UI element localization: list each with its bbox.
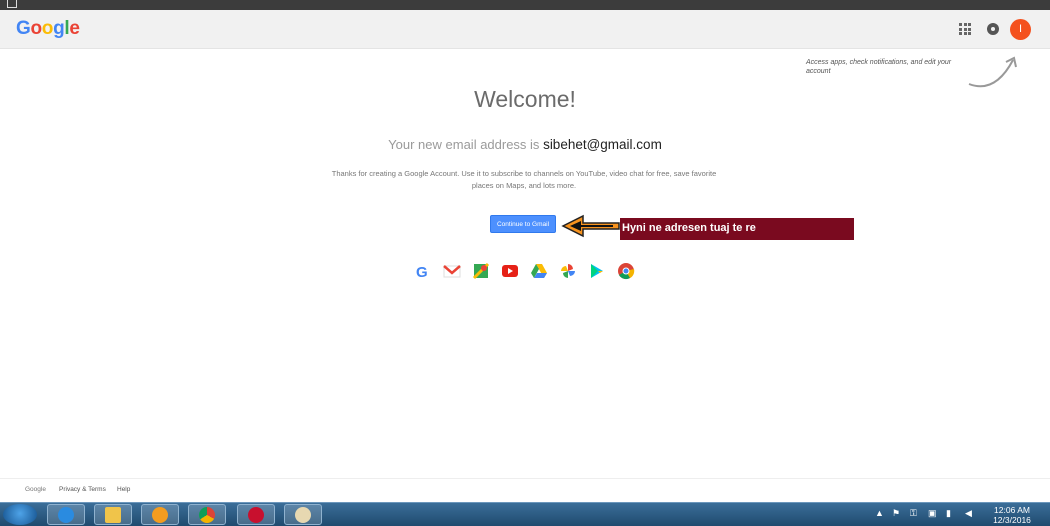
window-icon [7,0,17,8]
file-explorer-icon[interactable] [94,504,132,525]
notifications-icon[interactable] [987,23,999,35]
logo-letter: o [30,18,42,39]
volume-icon[interactable]: ◀ [965,508,972,519]
welcome-heading: Welcome! [474,86,576,112]
logo-letter: o [41,18,54,39]
photos-icon[interactable] [559,262,577,280]
internet-explorer-icon[interactable] [47,504,85,525]
email-prefix: Your new email address is [388,137,540,152]
apps-grid-dot [963,32,967,35]
email-address: sibehet@gmail.com [543,137,662,152]
start-button[interactable] [3,504,37,525]
play-store-icon[interactable] [588,262,606,280]
footer-brand: Google [25,486,46,493]
logo-letter: G [16,18,31,39]
paint-icon[interactable] [284,504,322,525]
annotation-banner: Hyni ne adresen tuaj te re [620,218,854,240]
clock-date: 12/3/2016 [993,515,1031,525]
page-footer: Google Privacy & Terms Help [0,478,1050,503]
app-red-icon[interactable] [237,504,275,525]
google-search-icon[interactable]: G [414,262,432,280]
account-description: Thanks for creating a Google Account. Us… [331,169,717,190]
system-clock[interactable]: 12:06 AM 12/3/2016 [987,505,1037,525]
windows-taskbar: ▲ ⚑ ⚿ ▣ ▮ ◀ 12:06 AM 12/3/2016 [0,502,1050,526]
curved-arrow-icon [968,56,1017,88]
apps-grid-dot [968,27,971,31]
privacy-terms-link[interactable]: Privacy & Terms [59,486,106,493]
apps-grid-dot [959,23,962,26]
power-icon[interactable]: ▣ [928,508,937,519]
apps-grid-icon[interactable] [959,23,971,35]
youtube-icon[interactable] [501,262,519,280]
google-header: Google I [0,10,1050,49]
google-logo[interactable]: Google [16,18,80,40]
orange-arrow-icon [561,214,620,238]
gmail-icon[interactable] [443,262,461,280]
chrome-icon[interactable] [617,262,635,280]
drive-icon[interactable] [530,262,548,280]
email-line: Your new email address is sibehet@gmail.… [0,137,1050,152]
tray-expand-icon[interactable]: ▲ [875,508,884,518]
apps-grid-dot [963,23,967,26]
account-hint-text: Access apps, check notifications, and ed… [806,59,952,75]
action-center-flag-icon[interactable]: ⚑ [892,508,900,519]
logo-letter: g [53,18,65,39]
apps-grid-dot [959,32,962,35]
apps-grid-dot [963,27,967,31]
network-icon[interactable]: ⚿ [910,508,917,519]
svg-text:G: G [416,264,428,280]
maps-icon[interactable] [472,262,490,280]
apps-grid-dot [968,32,971,35]
continue-to-gmail-button[interactable]: Continue to Gmail [490,215,556,233]
apps-grid-dot [968,23,971,26]
help-link[interactable]: Help [117,486,130,493]
signal-icon[interactable]: ▮ [946,508,951,519]
logo-letter: e [69,18,80,39]
media-player-icon[interactable] [141,504,179,525]
window-title-bar [0,0,1050,10]
apps-grid-dot [959,27,962,31]
chrome-icon[interactable] [188,504,226,525]
account-avatar[interactable]: I [1010,19,1031,40]
clock-time: 12:06 AM [994,505,1030,515]
